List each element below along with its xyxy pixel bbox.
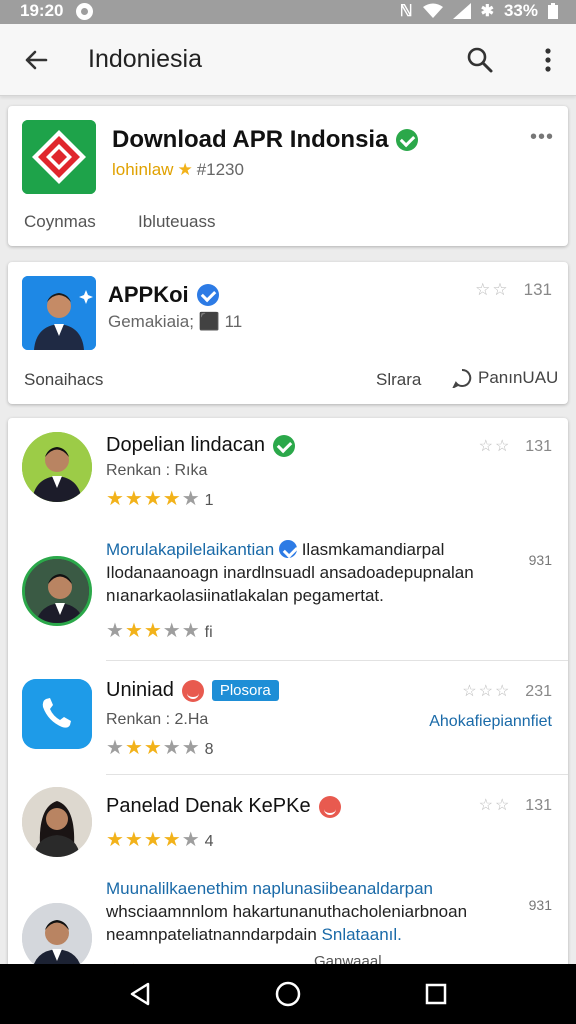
star-icon: ★ — [177, 160, 193, 179]
nav-back-icon[interactable] — [124, 978, 156, 1010]
review-rating: ☆☆ 131 — [478, 438, 552, 455]
search-icon[interactable] — [464, 44, 496, 76]
rating-stars-icon: ☆☆ — [478, 797, 512, 814]
phone-app-icon — [22, 679, 92, 749]
app-logo — [22, 120, 96, 194]
nav-home-icon[interactable] — [272, 978, 304, 1010]
battery-percent: 33% — [503, 1, 538, 20]
verified-icon — [278, 540, 297, 558]
featured-footer-right[interactable]: Ibluteuass — [138, 212, 216, 232]
notification-icon — [76, 3, 93, 20]
review-stars: ★★★★★ 1 — [106, 488, 214, 510]
review-stars: ★★★★★ fi — [106, 620, 213, 642]
app-card-rating: ☆☆ 131 — [475, 280, 552, 299]
review-rating: ☆☆ 131 — [478, 797, 552, 814]
list-item[interactable]: Morulakapilelaikantian Ilasmkamandiarpal… — [8, 528, 568, 660]
featured-app-sub: lohinlaw ★ #1230 — [112, 160, 244, 179]
verified-icon — [396, 129, 419, 151]
app-bar: Indoniesia — [0, 24, 576, 96]
emoji-icon — [181, 679, 204, 702]
review-body: Morulakapilelaikantian Ilasmkamandiarpal… — [106, 540, 474, 605]
page-title: Indoniesia — [88, 45, 202, 73]
verified-icon — [196, 284, 219, 306]
nfc-icon: ℕ — [399, 3, 413, 20]
avatar — [22, 556, 92, 626]
app-card-name: APPKoi — [108, 282, 219, 308]
verified-icon — [273, 434, 296, 457]
app-card-footer-mid[interactable]: Slrara — [376, 370, 421, 390]
battery-icon — [548, 3, 558, 19]
app-card-footer-left[interactable]: Sonaihacs — [24, 370, 103, 390]
review-side-count: 931 — [528, 897, 552, 913]
app-avatar — [22, 276, 96, 350]
avatar — [22, 787, 92, 857]
list-item[interactable]: Uniniad Plosora Renkan : 2.Ha ★★★★★ 8 ☆☆☆… — [8, 661, 568, 773]
nav-recents-icon[interactable] — [420, 978, 452, 1010]
review-side-count: 931 — [528, 552, 552, 568]
review-rating: ☆☆☆ 231 — [462, 683, 552, 700]
review-link[interactable]: Ahokafiepiannfiet — [429, 713, 552, 731]
list-item[interactable]: Dopelian lindacan Renkan : Rıka ★★★★★ 1 ☆… — [8, 418, 568, 528]
rating-stars-icon: ☆☆☆ — [462, 683, 512, 700]
avatar — [22, 432, 92, 502]
rating-stars-icon: ☆☆ — [475, 280, 510, 299]
review-list: Dopelian lindacan Renkan : Rıka ★★★★★ 1 ☆… — [8, 418, 568, 978]
avatar — [22, 903, 92, 973]
review-stars: ★★★★★ 8 — [106, 737, 214, 759]
app-card[interactable]: APPKoi Gemakiaia; ⬛ 11 ☆☆ 131 Sonaihacs S… — [8, 262, 568, 404]
list-item[interactable]: Panelad Denak KePKe ★★★★★ 4 ☆☆ 131 — [8, 775, 568, 865]
app-card-sub: Gemakiaia; ⬛ 11 — [108, 312, 243, 331]
chat-bubble-icon — [452, 368, 472, 388]
status-time: 19:20 — [20, 1, 64, 20]
review-meta: Renkan : Rıka — [106, 462, 208, 479]
wifi-icon — [422, 3, 443, 18]
status-badge: Plosora — [211, 680, 279, 701]
signal-icon — [452, 3, 471, 19]
app-card-footer-right[interactable]: PanınUAU — [452, 368, 558, 388]
more-vert-icon[interactable] — [538, 44, 558, 76]
card-menu-icon[interactable]: ••• — [530, 126, 554, 149]
list-item[interactable]: Muunalilkaenethim naplunasiibeanaldarpan… — [8, 865, 568, 978]
review-meta: Renkan : 2.Ha — [106, 711, 209, 728]
review-author: Uniniad Plosora — [106, 679, 279, 702]
review-author: Dopelian lindacan — [106, 434, 296, 457]
featured-footer-left[interactable]: Coynmas — [24, 212, 96, 232]
back-arrow-icon[interactable] — [20, 44, 52, 76]
review-stars: ★★★★★ 4 — [106, 829, 214, 851]
nav-bar — [0, 964, 576, 1024]
featured-app-name: Download APR Indonsia — [112, 126, 419, 154]
rating-stars-icon: ☆☆ — [478, 438, 512, 455]
status-icons: ℕ ✱ 33% — [400, 1, 558, 21]
review-body: Muunalilkaenethim naplunasiibeanaldarpan… — [106, 879, 468, 944]
emoji-icon — [318, 795, 341, 818]
review-author: Panelad Denak KePKe — [106, 795, 341, 818]
bluetooth-icon: ✱ — [480, 3, 494, 20]
status-bar: 19:20 ℕ ✱ 33% — [0, 0, 576, 24]
featured-app-card[interactable]: Download APR Indonsia lohinlaw ★ #1230 •… — [8, 106, 568, 246]
